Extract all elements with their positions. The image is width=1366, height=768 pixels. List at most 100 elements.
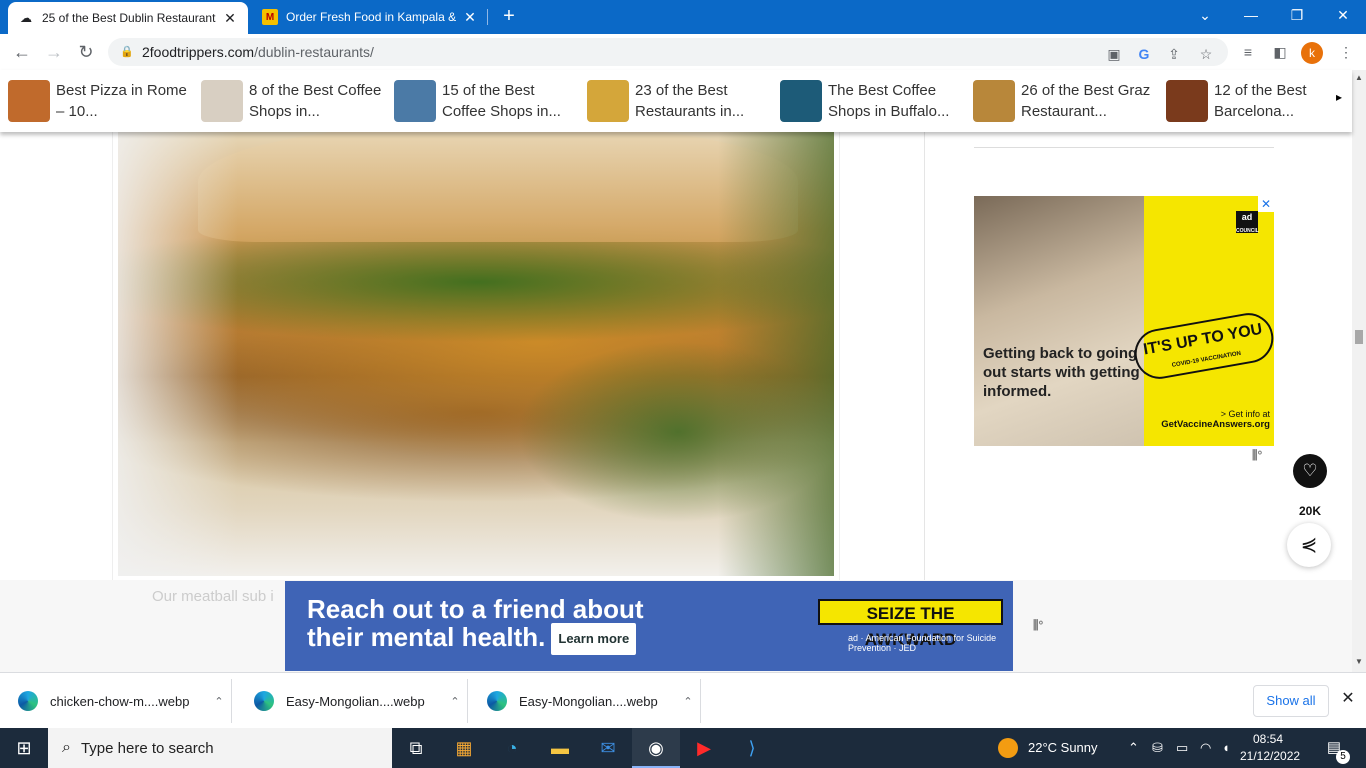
url-text: 2foodtrippers.com/dublin-restaurants/ — [142, 44, 374, 60]
scroll-down-icon[interactable]: ▼ — [1352, 656, 1366, 668]
new-tab-button[interactable]: + — [498, 5, 520, 27]
network-drive-icon[interactable]: ⛁ — [1152, 728, 1163, 768]
tab-search-chevron-icon[interactable]: ⌄ — [1182, 0, 1228, 30]
ad-close-icon[interactable]: ✕ — [1258, 196, 1274, 212]
learn-more-button[interactable]: Learn more — [551, 623, 637, 656]
close-window-button[interactable]: ✕ — [1320, 0, 1366, 30]
related-article-thumbnail — [8, 80, 50, 122]
vscode-icon[interactable]: ⟩ — [728, 728, 776, 768]
back-arrow-icon[interactable]: ← — [8, 38, 36, 66]
taskbar-search-input[interactable]: ⌕ Type here to search — [48, 728, 392, 768]
side-panel-icon[interactable]: ◧ — [1270, 42, 1290, 62]
edge-file-icon — [254, 691, 274, 711]
mediavine-logo-icon: ⫼° — [1033, 618, 1044, 632]
scroll-thumb[interactable] — [1355, 330, 1363, 344]
bread-top — [198, 132, 798, 242]
chevron-up-icon[interactable]: ⌃ — [676, 695, 700, 708]
tab-order-fresh-food[interactable]: M Order Fresh Food in Kampala & E ✕ — [252, 0, 488, 34]
share-page-icon[interactable]: ⇪ — [1164, 44, 1184, 64]
photo-greens — [718, 132, 834, 576]
profile-avatar[interactable]: k — [1301, 42, 1323, 64]
close-icon[interactable]: ✕ — [222, 10, 238, 27]
related-article-title: 8 of the Best Coffee Shops in... — [249, 82, 382, 120]
windows-start-icon[interactable]: ⊞ — [0, 728, 48, 768]
chevron-up-icon[interactable]: ⌃ — [443, 695, 467, 708]
chrome-icon[interactable]: ◉ — [632, 728, 680, 768]
photo-left-fade — [118, 132, 238, 576]
edge-browser-icon[interactable]: ◔ — [488, 728, 536, 768]
mail-icon[interactable]: ✉ — [584, 728, 632, 768]
battery-icon[interactable]: ▭ — [1176, 728, 1188, 768]
related-article-item[interactable]: 23 of the Best Restaurants in... — [587, 78, 772, 124]
related-article-item[interactable]: 26 of the Best Graz Restaurant... — [973, 78, 1158, 124]
notification-icon[interactable]: ▤ 5 — [1322, 738, 1350, 764]
related-article-thumbnail — [780, 80, 822, 122]
download-item[interactable]: chicken-chow-m....webp ⌃ — [0, 679, 232, 723]
search-icon: ⌕ — [62, 739, 71, 756]
task-view-icon[interactable]: ⧉ — [392, 728, 440, 768]
download-filename: chicken-chow-m....webp — [50, 693, 190, 709]
related-articles-bar: Best Pizza in Rome – 10... 8 of the Best… — [0, 70, 1352, 132]
related-article-thumbnail — [973, 80, 1015, 122]
forward-arrow-icon[interactable]: → — [40, 38, 68, 66]
youtube-icon[interactable]: ▶ — [680, 728, 728, 768]
reload-icon[interactable]: ↻ — [72, 38, 100, 66]
tab-strip: ☁ 25 of the Best Dublin Restaurants ✕ M … — [0, 0, 1366, 34]
minimize-button[interactable]: — — [1228, 0, 1274, 30]
close-icon[interactable]: ✕ — [462, 9, 478, 26]
sidebar-divider — [924, 132, 925, 582]
download-item[interactable]: Easy-Mongolian....webp ⌃ — [236, 679, 468, 723]
google-translate-icon[interactable]: G — [1134, 44, 1154, 64]
tab-separator — [487, 9, 488, 25]
scroll-up-icon[interactable]: ▲ — [1352, 72, 1366, 84]
related-article-item[interactable]: The Best Coffee Shops in Buffalo... — [780, 78, 965, 124]
mental-health-ad[interactable]: Reach out to a friend about their mental… — [285, 581, 1013, 671]
weather-text[interactable]: 22°C Sunny — [1028, 728, 1098, 768]
related-article-title: 12 of the Best Barcelona... — [1214, 82, 1307, 120]
chevron-up-icon[interactable]: ⌃ — [207, 695, 231, 708]
lock-icon: 🔒 — [120, 46, 134, 58]
downloads-bar: chicken-chow-m....webp ⌃ Easy-Mongolian.… — [0, 672, 1366, 728]
media-control-icon[interactable]: ≡ — [1238, 42, 1258, 62]
page-content: Getting back to going out starts with ge… — [0, 132, 1352, 672]
wifi-icon[interactable]: ◠ — [1200, 728, 1211, 768]
close-icon[interactable]: ✕ — [1338, 689, 1358, 709]
address-bar[interactable]: 🔒 2foodtrippers.com/dublin-restaurants/ … — [108, 38, 1228, 66]
related-article-thumbnail — [201, 80, 243, 122]
ad-badge: IT'S UP TO YOU COVID-19 VACCINATION — [1130, 309, 1274, 383]
search-placeholder: Type here to search — [80, 739, 214, 757]
related-article-item[interactable]: 15 of the Best Coffee Shops in... — [394, 78, 579, 124]
related-article-item[interactable]: 12 of the Best Barcelona... — [1166, 78, 1316, 124]
share-icon[interactable]: ⋞ — [1287, 523, 1331, 567]
tab-dublin-restaurants[interactable]: ☁ 25 of the Best Dublin Restaurants ✕ — [8, 2, 248, 34]
edge-file-icon — [487, 691, 507, 711]
popup-blocked-icon[interactable]: ▣ — [1104, 44, 1124, 64]
vaccine-ad[interactable]: Getting back to going out starts with ge… — [974, 196, 1274, 446]
kebab-menu-icon[interactable]: ⋮ — [1336, 42, 1356, 62]
mediavine-logo-icon: ⫼° — [1252, 448, 1263, 462]
microsoft-store-icon[interactable]: ▦ — [440, 728, 488, 768]
file-explorer-icon[interactable]: ▬ — [536, 728, 584, 768]
bookmark-star-icon[interactable]: ☆ — [1196, 44, 1216, 64]
meatball-sub-photo — [118, 132, 834, 576]
edge-file-icon — [18, 691, 38, 711]
show-all-button[interactable]: Show all — [1253, 685, 1329, 717]
download-item[interactable]: Easy-Mongolian....webp ⌃ — [469, 679, 701, 723]
clock[interactable]: 08:54 21/12/2022 — [1240, 731, 1300, 765]
chevron-up-icon[interactable]: ⌃ — [1128, 728, 1139, 768]
restore-button[interactable]: ❐ — [1274, 0, 1320, 30]
heart-icon[interactable]: ♡ — [1293, 454, 1327, 488]
store-favicon-icon: M — [262, 9, 278, 25]
ad-get-info: > Get info at GetVaccineAnswers.org — [1161, 409, 1270, 430]
download-filename: Easy-Mongolian....webp — [519, 693, 658, 709]
related-article-item[interactable]: 8 of the Best Coffee Shops in... — [201, 78, 386, 124]
seize-the-awkward-logo: SEIZE THE AWKWARD — [818, 599, 1003, 649]
ad-photo — [974, 196, 1144, 446]
page-scrollbar[interactable]: ▲ ▼ — [1352, 70, 1366, 672]
weather-sun-icon[interactable] — [998, 738, 1018, 758]
foodtrippers-favicon-icon: ☁ — [20, 11, 32, 25]
related-article-item[interactable]: Best Pizza in Rome – 10... — [8, 78, 193, 124]
next-arrow-icon[interactable]: ▸ — [1336, 90, 1342, 104]
speaker-icon[interactable]: ◖ — [1222, 728, 1230, 768]
ad-council-logo: ad COUNCIL — [1236, 211, 1259, 234]
